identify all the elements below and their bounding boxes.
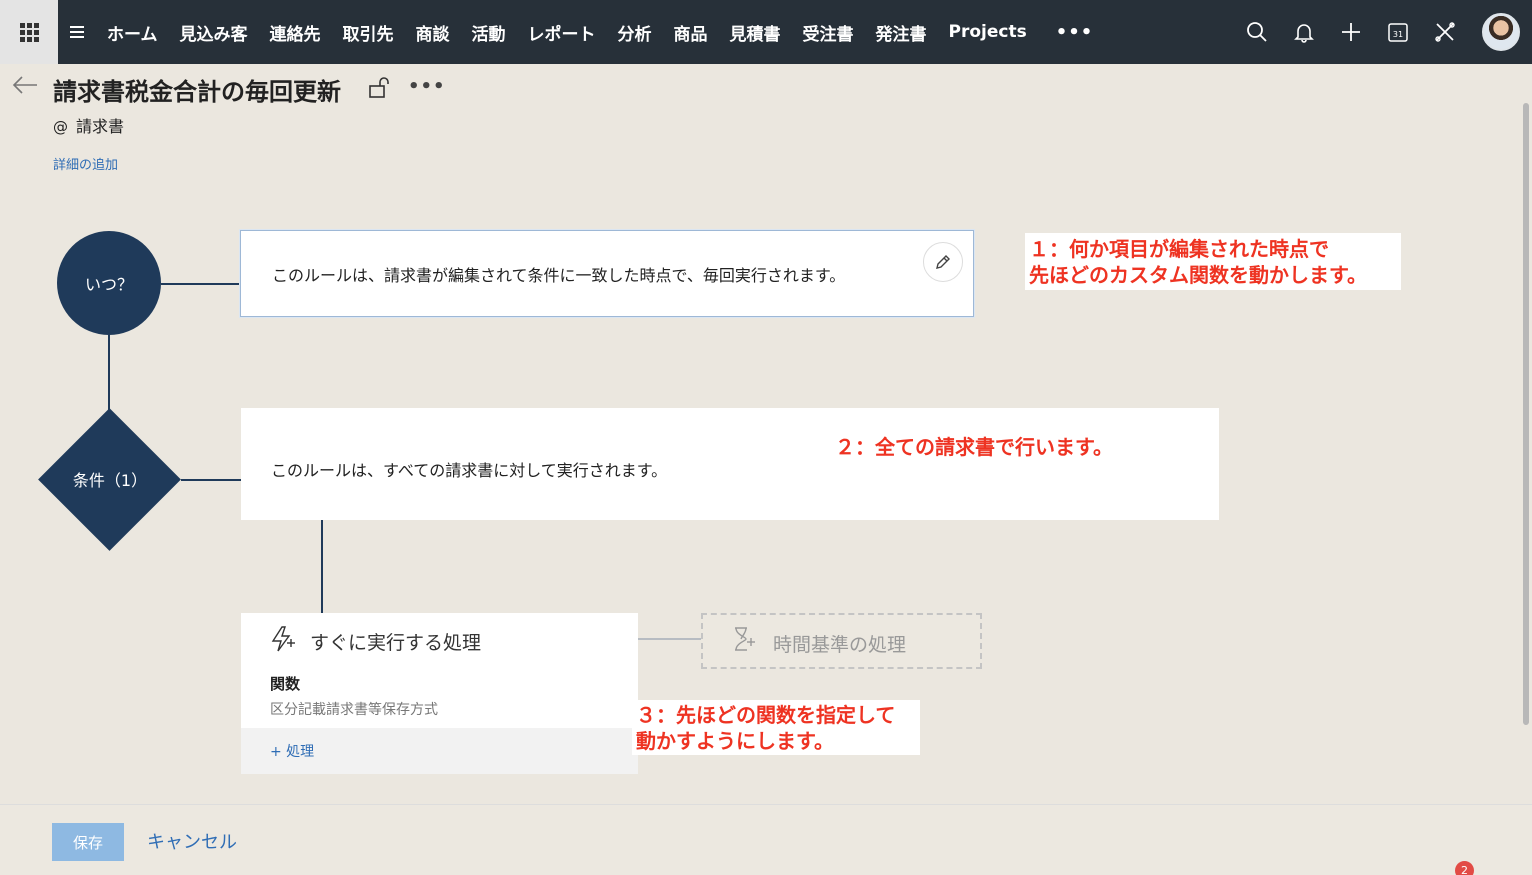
- annotation-1-line-2: 先ほどのカスタム関数を動かします。: [1029, 263, 1367, 287]
- action-footer: + 処理: [241, 728, 638, 774]
- tab-purchase-orders[interactable]: 発注書: [865, 20, 938, 45]
- calendar-icon[interactable]: 31: [1374, 0, 1421, 64]
- condition-description: このルールは、すべての請求書に対して実行されます。: [271, 461, 668, 480]
- when-description: このルールは、請求書が編集されて条件に一致した時点で、毎回実行されます。: [272, 266, 846, 285]
- back-arrow-icon[interactable]: [12, 74, 38, 100]
- annotation-2: ２：全ての請求書で行います。: [835, 435, 1113, 459]
- annotation-1: １：何か項目が編集された時点で 先ほどのカスタム関数を動かします。: [1025, 233, 1401, 290]
- tab-activities[interactable]: 活動: [461, 20, 517, 45]
- connector-when-condition: [108, 335, 110, 410]
- connector-condition-action: [321, 520, 323, 613]
- when-node[interactable]: いつ？: [57, 231, 161, 335]
- lightning-icon: [269, 625, 297, 657]
- hourglass-icon: [731, 626, 757, 656]
- svg-text:31: 31: [1392, 30, 1402, 39]
- tab-projects[interactable]: Projects: [938, 22, 1038, 42]
- search-icon[interactable]: [1233, 0, 1280, 64]
- add-action-link[interactable]: + 処理: [270, 741, 314, 761]
- bell-icon[interactable]: [1280, 0, 1327, 64]
- plus-icon[interactable]: [1327, 0, 1374, 64]
- function-name[interactable]: 区分記載請求書等保存方式: [270, 699, 438, 719]
- setup-tools-icon[interactable]: [1421, 0, 1468, 64]
- condition-node-label: 条件（1）: [72, 471, 148, 490]
- app-launcher-button[interactable]: [0, 0, 58, 64]
- user-avatar[interactable]: [1482, 13, 1520, 51]
- tab-deals[interactable]: 商談: [405, 20, 461, 45]
- module-name: 請求書: [76, 117, 125, 136]
- module-tabs: ホーム 見込み客 連絡先 取引先 商談 活動 レポート 分析 商品 見積書 受注…: [96, 0, 1111, 64]
- tab-sales-orders[interactable]: 受注書: [792, 20, 865, 45]
- instant-action-card: すぐに実行する処理 関数 区分記載請求書等保存方式 + 処理: [241, 613, 638, 774]
- connector-action-scheduled: [638, 638, 702, 640]
- scheduled-action-box[interactable]: 時間基準の処理: [701, 613, 982, 669]
- scheduled-action-title: 時間基準の処理: [773, 634, 907, 656]
- annotation-3: ３：先ほどの関数を指定して 動かすようにします。: [632, 700, 920, 755]
- tab-accounts[interactable]: 取引先: [332, 20, 405, 45]
- tab-products[interactable]: 商品: [663, 20, 719, 45]
- module-label: @ 請求書: [53, 113, 124, 137]
- notification-badge[interactable]: 2: [1455, 861, 1474, 875]
- tab-reports[interactable]: レポート: [517, 20, 607, 45]
- page-title: 請求書税金合計の毎回更新: [53, 78, 341, 106]
- more-tabs-button[interactable]: •••: [1038, 22, 1112, 43]
- grid-icon: [19, 22, 39, 42]
- scrollbar-thumb[interactable]: [1523, 103, 1529, 725]
- when-card[interactable]: このルールは、請求書が編集されて条件に一致した時点で、毎回実行されます。: [240, 230, 974, 317]
- when-node-label: いつ？: [84, 275, 133, 294]
- footer-bar: 保存 キャンセル 2: [0, 804, 1532, 875]
- edit-button[interactable]: [923, 242, 963, 282]
- tab-contacts[interactable]: 連絡先: [259, 20, 332, 45]
- condition-card[interactable]: このルールは、すべての請求書に対して実行されます。: [241, 408, 1219, 520]
- connector-when: [161, 283, 241, 285]
- tab-leads[interactable]: 見込み客: [169, 20, 259, 45]
- connector-condition: [181, 479, 241, 481]
- top-navbar: ホーム 見込み客 連絡先 取引先 商談 活動 レポート 分析 商品 見積書 受注…: [0, 0, 1532, 64]
- unlock-icon[interactable]: [368, 77, 390, 103]
- title-more-button[interactable]: •••: [408, 76, 446, 97]
- at-symbol: @: [53, 118, 68, 136]
- instant-action-title: すぐに実行する処理: [310, 632, 482, 654]
- navbar-tools: 31: [1233, 0, 1532, 64]
- annotation-3-line-1: ３：先ほどの関数を指定して: [636, 703, 896, 727]
- pencil-icon: [936, 255, 950, 269]
- annotation-1-line-1: １：何か項目が編集された時点で: [1029, 237, 1329, 261]
- tab-quotes[interactable]: 見積書: [719, 20, 792, 45]
- cancel-button[interactable]: キャンセル: [147, 828, 237, 854]
- save-button[interactable]: 保存: [52, 823, 124, 861]
- tab-analytics[interactable]: 分析: [607, 20, 663, 45]
- function-label: 関数: [270, 675, 301, 693]
- add-details-link[interactable]: 詳細の追加: [53, 154, 118, 173]
- hamburger-menu-icon[interactable]: [58, 26, 96, 38]
- tab-home[interactable]: ホーム: [96, 20, 169, 45]
- annotation-3-line-2: 動かすようにします。: [636, 729, 834, 753]
